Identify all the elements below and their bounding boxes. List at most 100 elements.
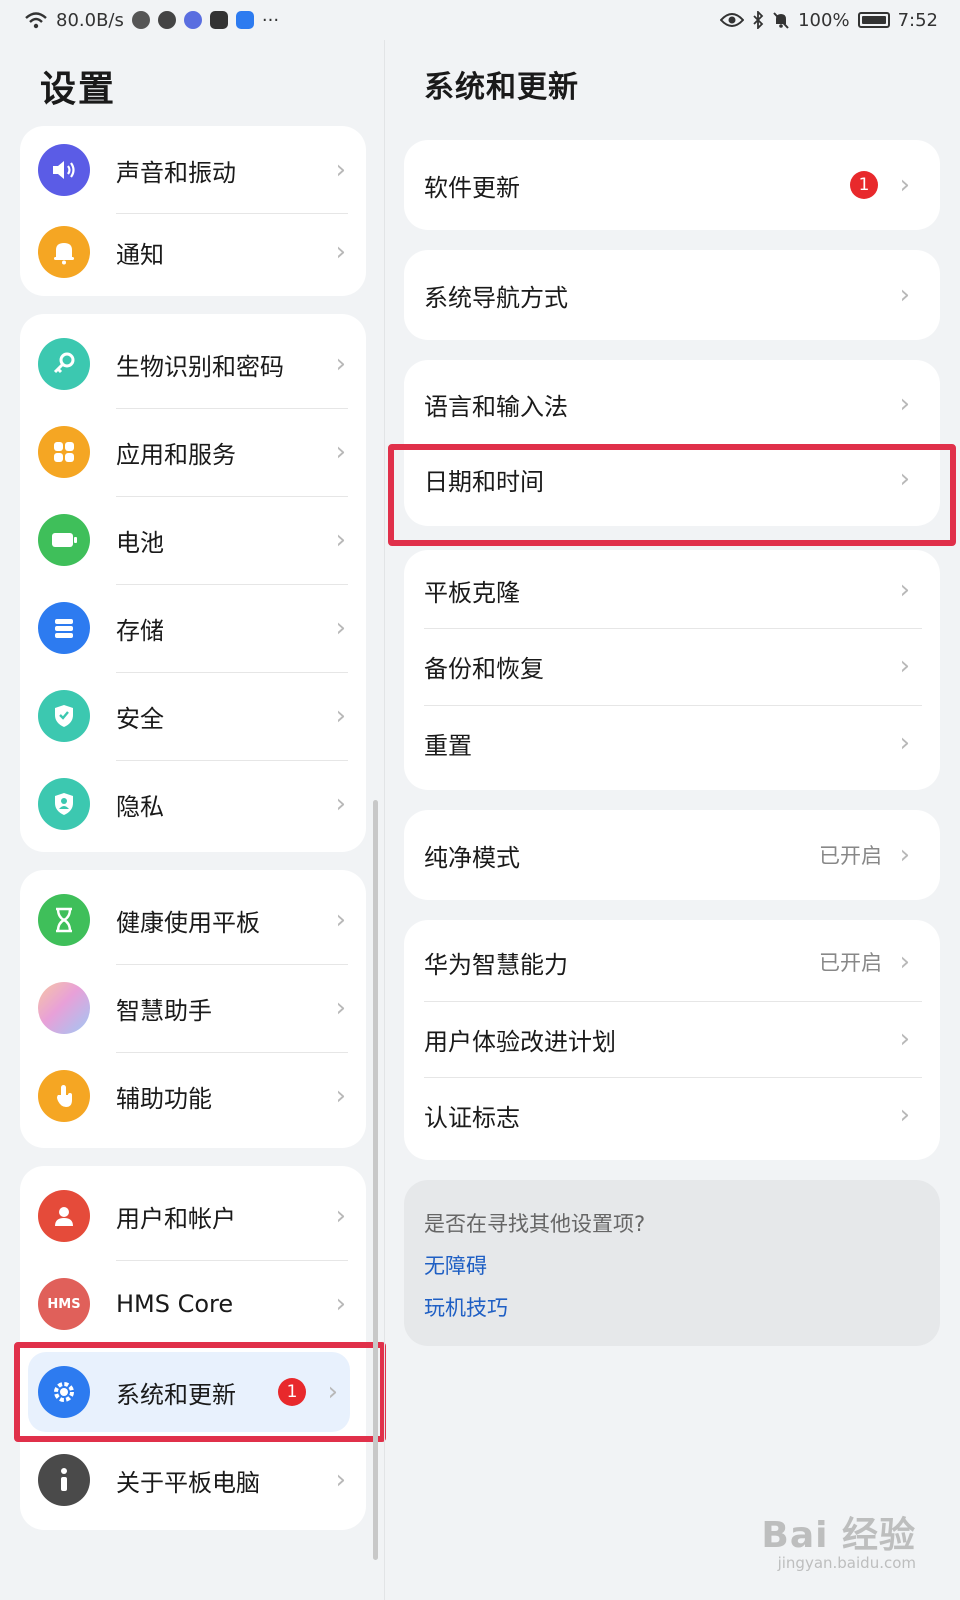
sidebar-item-users[interactable]: 用户和帐户 › [20, 1172, 366, 1260]
suggestion-card: 是否在寻找其他设置项? 无障碍 玩机技巧 [404, 1180, 940, 1346]
sidebar-item-label: 应用和服务 [116, 440, 236, 469]
detail-item-label: 语言和输入法 [424, 392, 568, 421]
sidebar-item-storage[interactable]: 存储 › [20, 584, 366, 672]
link-tips[interactable]: 玩机技巧 [424, 1292, 508, 1322]
sidebar-item-hms-core[interactable]: HMS HMS Core › [20, 1260, 366, 1348]
status-value: 已开启 [819, 844, 882, 868]
gear-icon [38, 1366, 90, 1418]
detail-item-huawei-ability[interactable]: 华为智慧能力 已开启 › [404, 920, 930, 1004]
more-notifications: ··· [261, 9, 280, 31]
detail-item-tablet-clone[interactable]: 平板克隆 › [404, 550, 930, 630]
detail-group-language-date: 语言和输入法 › 日期和时间 › [404, 360, 940, 526]
music-app-icon [183, 11, 202, 29]
detail-item-language[interactable]: 语言和输入法 › [404, 360, 930, 448]
status-value: 已开启 [819, 951, 882, 975]
status-bar: 80.0B/s ··· 100% 7:52 [0, 0, 960, 40]
chevron-right-icon: › [335, 1081, 346, 1111]
detail-item-label: 重置 [424, 731, 472, 760]
chevron-right-icon: › [899, 389, 910, 419]
suggestion-question: 是否在寻找其他设置项? [424, 1212, 646, 1236]
sidebar-item-battery[interactable]: 电池 › [20, 496, 366, 584]
sidebar-item-sound[interactable]: 声音和振动 › [20, 126, 366, 214]
chevron-right-icon: › [335, 1289, 346, 1319]
sidebar-group-system: 用户和帐户 › HMS HMS Core › 系统和更新 1 › 关于平板电脑 … [20, 1166, 366, 1530]
wifi-icon [25, 12, 47, 29]
detail-item-navigation[interactable]: 系统导航方式 › [404, 250, 930, 340]
detail-item-label: 纯净模式 [424, 843, 520, 872]
hms-icon-text: HMS [47, 1296, 81, 1312]
chevron-right-icon: › [335, 525, 346, 555]
detail-item-date-time[interactable]: 日期和时间 › [404, 444, 930, 514]
sidebar-item-about[interactable]: 关于平板电脑 › [20, 1436, 366, 1524]
watermark-logo: Bai 经验 [761, 1515, 916, 1556]
settings-sidebar: 设置 声音和振动 › 通知 › 生物识别和密码 › 应用和服务 › 电池 › 存… [0, 40, 386, 1600]
chevron-right-icon: › [335, 993, 346, 1023]
shield-user-icon [38, 778, 90, 830]
sidebar-item-apps[interactable]: 应用和服务 › [20, 408, 366, 496]
sidebar-item-digital-balance[interactable]: 健康使用平板 › [20, 876, 366, 964]
sidebar-item-system-update[interactable]: 系统和更新 1 › [28, 1352, 350, 1432]
sidebar-item-accessibility[interactable]: 辅助功能 › [20, 1052, 366, 1140]
detail-item-label: 备份和恢复 [424, 654, 544, 683]
net-speed: 80.0B/s [56, 9, 124, 31]
hand-icon [38, 1070, 90, 1122]
detail-item-label: 平板克隆 [424, 578, 520, 607]
storage-icon [38, 602, 90, 654]
chevron-right-icon: › [335, 437, 346, 467]
sidebar-group-device: 生物识别和密码 › 应用和服务 › 电池 › 存储 › 安全 › 隐私 › [20, 314, 366, 852]
detail-item-reset[interactable]: 重置 › [404, 705, 930, 781]
sidebar-item-biometrics[interactable]: 生物识别和密码 › [20, 320, 366, 408]
chevron-right-icon: › [899, 170, 910, 200]
chevron-right-icon: › [335, 237, 346, 267]
sidebar-item-label: 生物识别和密码 [116, 352, 284, 381]
chevron-right-icon: › [899, 280, 910, 310]
page-title: 设置 [40, 69, 117, 110]
chevron-right-icon: › [335, 789, 346, 819]
info-icon [38, 1454, 90, 1506]
chevron-right-icon: › [335, 613, 346, 643]
shield-check-icon [38, 690, 90, 742]
bluetooth-icon [753, 11, 764, 29]
sidebar-item-label: 辅助功能 [116, 1084, 212, 1113]
clock: 7:52 [897, 9, 938, 31]
detail-item-pure-mode[interactable]: 纯净模式 已开启 › [404, 810, 930, 900]
battery-status-icon [857, 12, 890, 28]
speaker-icon [38, 144, 90, 196]
sidebar-item-label: 电池 [116, 528, 164, 557]
hourglass-icon [38, 894, 90, 946]
sidebar-item-privacy[interactable]: 隐私 › [20, 760, 366, 848]
detail-item-label: 系统导航方式 [424, 283, 568, 312]
sidebar-item-label: 隐私 [116, 792, 164, 821]
link-accessibility[interactable]: 无障碍 [424, 1250, 487, 1280]
sidebar-item-label: 存储 [116, 616, 164, 645]
sidebar-item-label: HMS Core [116, 1290, 234, 1318]
sidebar-item-security[interactable]: 安全 › [20, 672, 366, 760]
chevron-right-icon: › [899, 464, 910, 494]
sidebar-item-notifications[interactable]: 通知 › [20, 208, 366, 296]
detail-item-backup-restore[interactable]: 备份和恢复 › [404, 628, 930, 704]
sidebar-item-label: 用户和帐户 [116, 1204, 236, 1233]
chevron-right-icon: › [335, 905, 346, 935]
sidebar-group-sound: 声音和振动 › 通知 › [20, 126, 366, 296]
chevron-right-icon: › [899, 947, 910, 977]
sidebar-item-label: 健康使用平板 [116, 908, 260, 937]
watermark: Bai 经验 jingyan.baidu.com [761, 1506, 916, 1572]
sidebar-item-label: 通知 [116, 240, 164, 269]
pane-divider [384, 40, 385, 1600]
detail-item-certification[interactable]: 认证标志 › [404, 1077, 930, 1153]
chevron-right-icon: › [899, 651, 910, 681]
sidebar-item-label: 关于平板电脑 [116, 1468, 260, 1497]
sidebar-item-label: 声音和振动 [116, 158, 236, 187]
detail-item-software-update[interactable]: 软件更新 1 › [404, 140, 930, 230]
sidebar-scrollbar[interactable] [373, 800, 378, 1560]
detail-item-user-experience[interactable]: 用户体验改进计划 › [404, 1001, 930, 1077]
chevron-right-icon: › [899, 728, 910, 758]
sidebar-item-assistant[interactable]: 智慧助手 › [20, 964, 366, 1052]
bell-icon [38, 226, 90, 278]
sidebar-group-assist: 健康使用平板 › 智慧助手 › 辅助功能 › [20, 870, 366, 1148]
detail-group-huawei: 华为智慧能力 已开启 › 用户体验改进计划 › 认证标志 › [404, 920, 940, 1160]
chevron-right-icon: › [335, 349, 346, 379]
bell-muted-icon [773, 12, 789, 29]
detail-group-software-update: 软件更新 1 › [404, 140, 940, 230]
sidebar-item-label: 系统和更新 [116, 1380, 236, 1409]
